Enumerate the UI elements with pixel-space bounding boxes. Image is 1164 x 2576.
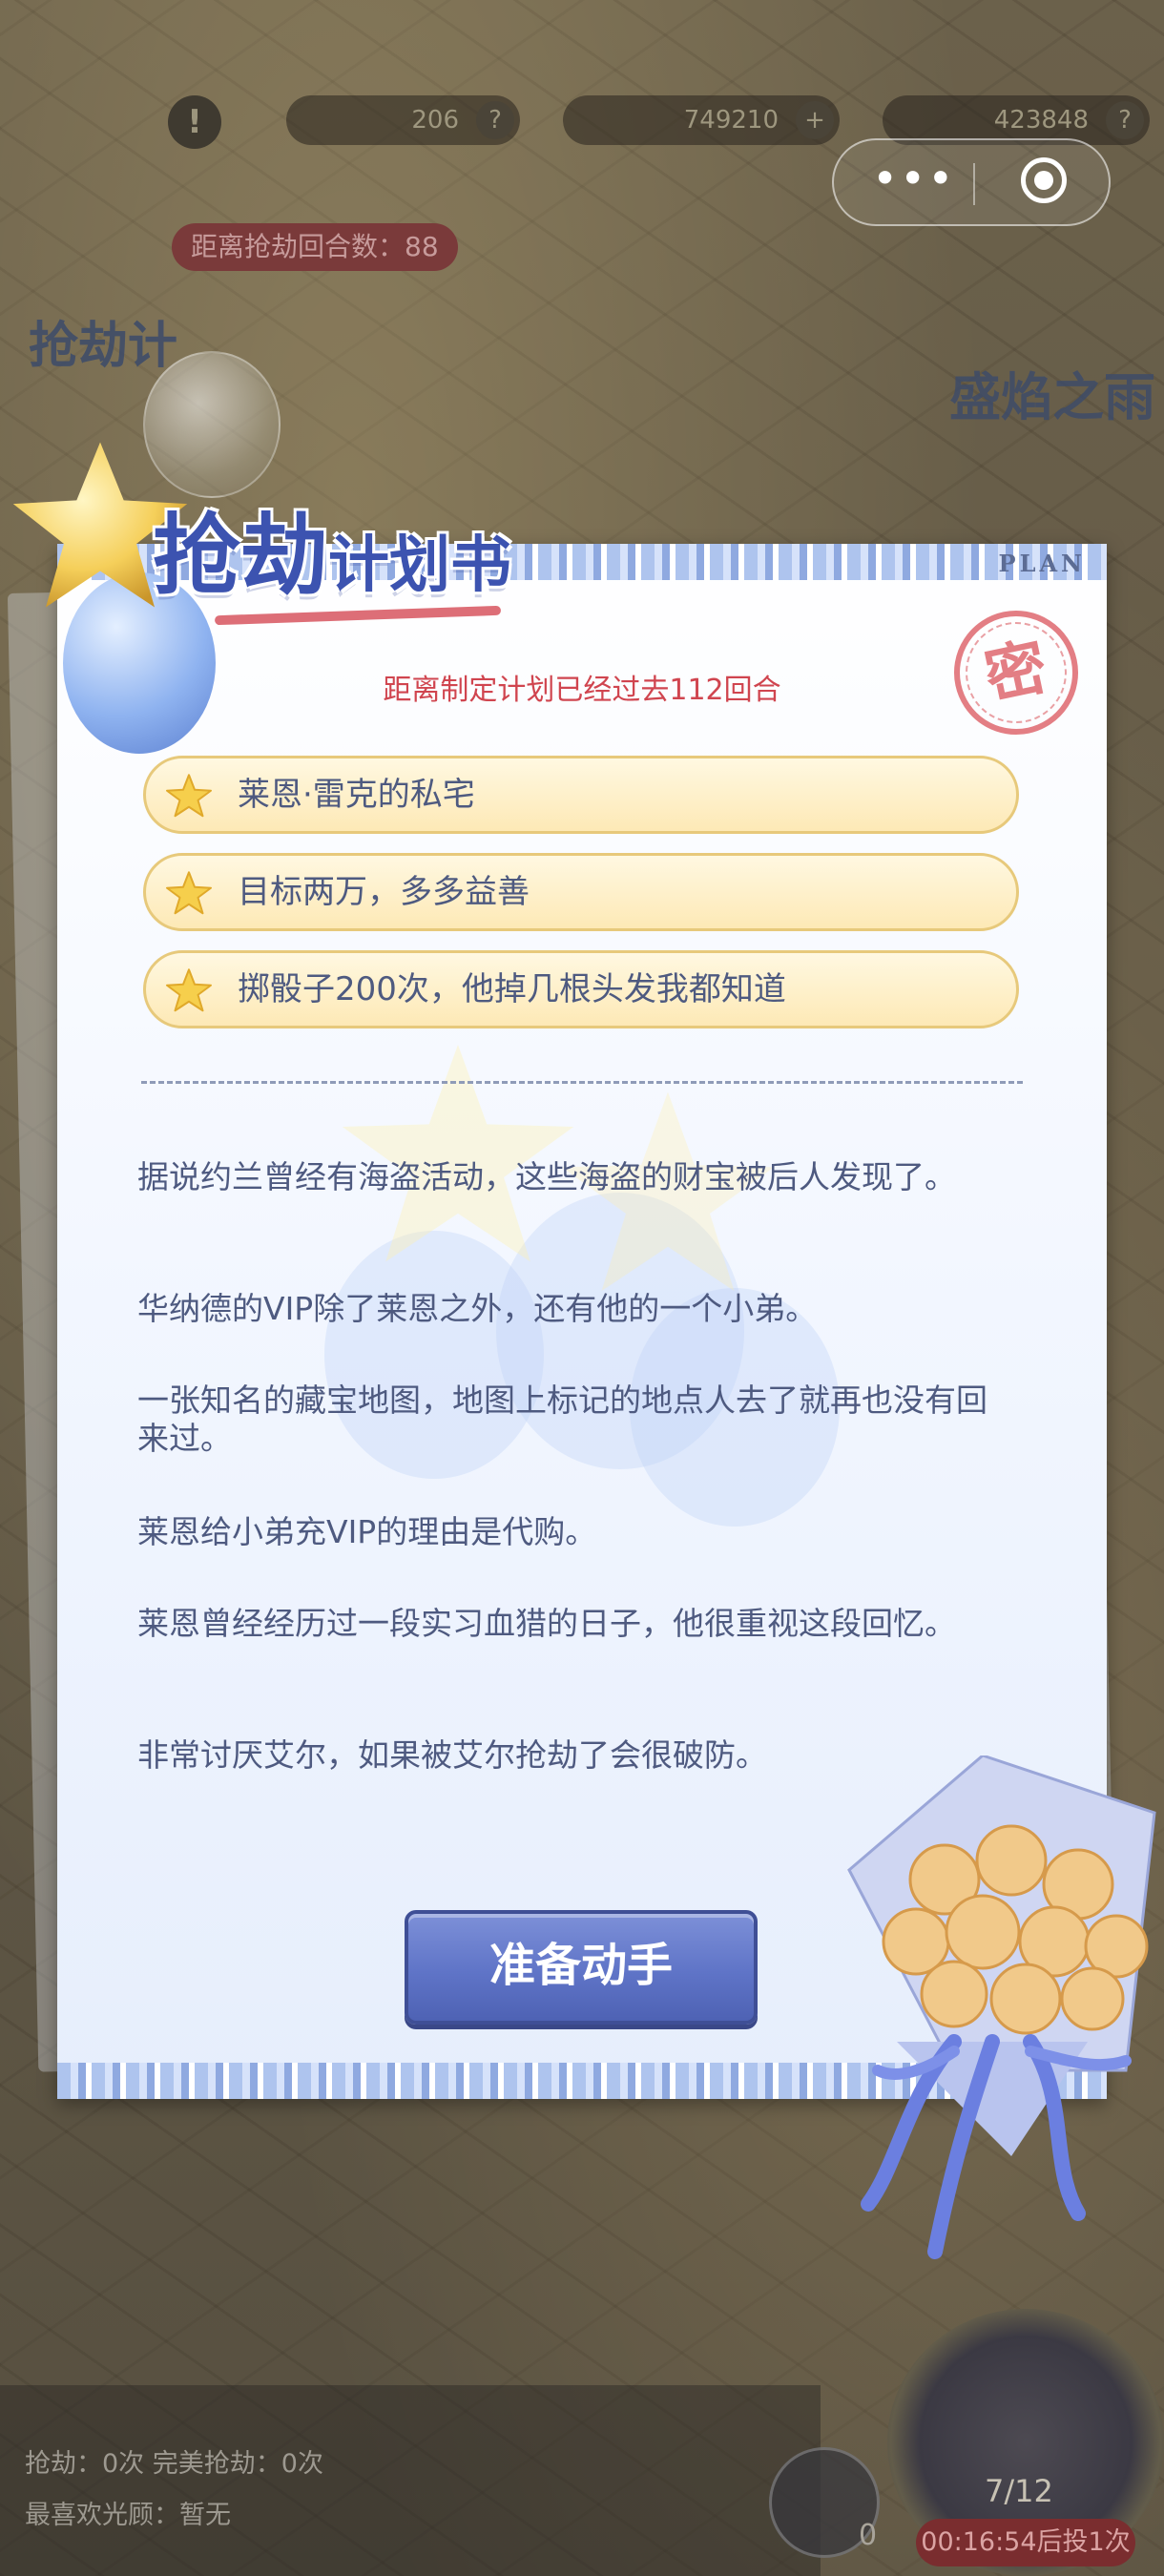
goal-text: 莱恩·雷克的私宅 bbox=[238, 776, 475, 814]
intel-paragraph: 华纳德的VIP除了莱恩之外，还有他的一个小弟。 bbox=[137, 1290, 818, 1327]
resource-value-3: 423848 bbox=[993, 106, 1089, 135]
star-icon bbox=[166, 968, 212, 1012]
plan-tag: PLAN bbox=[998, 550, 1086, 577]
favorite-target: 最喜欢光顾：暂无 bbox=[25, 2501, 231, 2530]
background-event-title-right: 盛焰之雨 bbox=[949, 366, 1155, 427]
mini-program-capsule: ••• bbox=[832, 138, 1111, 226]
card-title-main: 抢劫 bbox=[153, 504, 329, 607]
card-title-sub: 计划书 bbox=[328, 530, 512, 601]
card-title: 抢劫计划书 bbox=[153, 485, 512, 607]
star-icon bbox=[166, 774, 212, 818]
resource-pill-1: 206 ? bbox=[286, 95, 520, 145]
close-mini-program-icon[interactable] bbox=[1021, 157, 1067, 203]
help-icon[interactable]: ? bbox=[1106, 101, 1144, 139]
robbery-stats: 抢劫：0次 完美抢劫：0次 bbox=[25, 2449, 323, 2479]
dice-charges: 7/12 bbox=[985, 2473, 1053, 2509]
help-icon[interactable]: ? bbox=[476, 101, 514, 139]
dice-count: 0 bbox=[859, 2519, 878, 2552]
goal-item: 莱恩·雷克的私宅 bbox=[143, 756, 1019, 834]
section-divider bbox=[141, 1081, 1023, 1084]
resource-value-2: 749210 bbox=[683, 106, 779, 135]
robbery-round-counter: 距离抢劫回合数：88 bbox=[172, 223, 458, 271]
prepare-action-button[interactable]: 准备动手 bbox=[405, 1910, 758, 2025]
recharge-timer: 00:16:54后投1次 bbox=[916, 2519, 1135, 2566]
add-icon[interactable]: + bbox=[796, 101, 834, 139]
card-bg-star bbox=[342, 1045, 574, 1262]
alert-icon[interactable]: ! bbox=[168, 95, 221, 149]
resource-pill-2: 749210 + bbox=[563, 95, 840, 145]
goal-text: 掷骰子200次，他掉几根头发我都知道 bbox=[238, 970, 786, 1008]
intel-paragraph: 莱恩给小弟充VIP的理由是代购。 bbox=[137, 1513, 597, 1550]
intel-paragraph: 据说约兰曾经有海盗活动，这些海盗的财宝被后人发现了。 bbox=[137, 1158, 956, 1195]
flower-bouquet-decoration bbox=[847, 1755, 1156, 2259]
goal-text: 目标两万，多多益善 bbox=[238, 873, 530, 911]
goal-item: 掷骰子200次，他掉几根头发我都知道 bbox=[143, 950, 1019, 1028]
bottom-stats-panel bbox=[0, 2385, 821, 2576]
capsule-divider bbox=[973, 163, 975, 205]
intel-paragraph: 一张知名的藏宝地图，地图上标记的地点人去了就再也没有回来过。 bbox=[137, 1381, 987, 1457]
more-menu-icon[interactable]: ••• bbox=[872, 156, 953, 203]
goal-item: 目标两万，多多益善 bbox=[143, 853, 1019, 931]
intel-paragraph: 莱恩曾经经历过一段实习血猎的日子，他很重视这段回忆。 bbox=[137, 1605, 956, 1642]
star-icon bbox=[166, 871, 212, 915]
elapsed-rounds-text: 距离制定计划已经过去112回合 bbox=[383, 674, 781, 707]
resource-value-1: 206 bbox=[411, 106, 459, 135]
background-event-title: 抢劫计 bbox=[29, 317, 178, 375]
